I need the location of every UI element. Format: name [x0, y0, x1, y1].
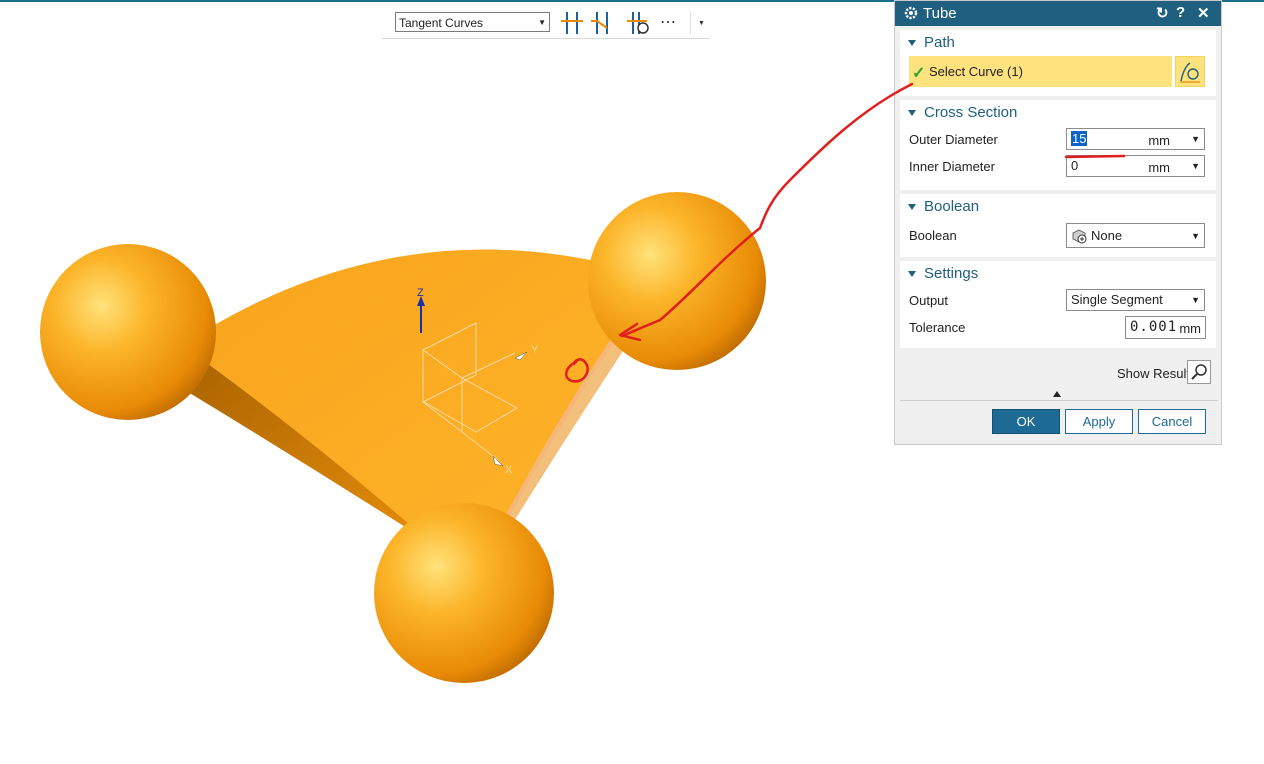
chevron-down-icon[interactable]: ▼	[1191, 134, 1200, 144]
boolean-label: Boolean	[909, 228, 957, 243]
gear-icon	[904, 6, 918, 20]
chain-within-feature-icon[interactable]	[625, 10, 651, 36]
path-section-header[interactable]: Path	[900, 30, 1216, 56]
curve-selector-button[interactable]	[1175, 56, 1205, 87]
settings-heading: Settings	[924, 265, 979, 282]
boolean-section-header[interactable]: Boolean	[900, 194, 1216, 220]
settings-section: Settings Output Single Segment ▼ Toleran…	[900, 261, 1216, 348]
tolerance-input[interactable]: 0.001 mm	[1125, 316, 1206, 339]
dialog-divider	[900, 400, 1218, 401]
toolbar-divider	[690, 12, 691, 34]
magnifier-icon	[1191, 364, 1207, 380]
outer-diameter-unit: mm	[1148, 133, 1170, 148]
inner-diameter-value[interactable]: 0	[1071, 158, 1078, 173]
curve-rule-value: Tangent Curves	[399, 16, 484, 30]
help-icon[interactable]: ?	[1176, 4, 1185, 21]
model-view[interactable]: Z Y X	[0, 0, 894, 759]
collapse-triangle-icon	[908, 40, 916, 46]
sphere-left[interactable]	[40, 244, 216, 420]
output-row: Output Single Segment ▼	[900, 287, 1216, 314]
output-value: Single Segment	[1071, 292, 1163, 307]
cross-section-section: Cross Section Outer Diameter 15 mm ▼ Inn…	[900, 100, 1216, 190]
collapse-triangle-icon	[908, 271, 916, 277]
cancel-button[interactable]: Cancel	[1138, 409, 1206, 434]
select-curve-row[interactable]: ✓ Select Curve (1)	[909, 56, 1211, 87]
outer-diameter-value[interactable]: 15	[1071, 131, 1088, 146]
x-axis-label: X	[505, 464, 513, 476]
reset-icon[interactable]: ↻	[1156, 4, 1169, 22]
stop-at-intersection-icon[interactable]	[559, 10, 585, 36]
ok-button[interactable]: OK	[992, 409, 1060, 434]
close-icon[interactable]: ✕	[1197, 4, 1210, 22]
select-curve-label: Select Curve (1)	[929, 64, 1023, 79]
selection-toolbar: Tangent Curves ▼ ⋯ ▼	[382, 8, 710, 39]
tolerance-unit: mm	[1179, 321, 1201, 336]
collapse-triangle-icon	[908, 110, 916, 116]
curve-select-icon	[1180, 62, 1200, 83]
inner-diameter-row: Inner Diameter 0 mm ▼	[900, 153, 1216, 180]
path-section: Path ✓ Select Curve (1)	[900, 30, 1216, 96]
toolbar-expand-icon[interactable]: ▼	[698, 20, 705, 27]
more-options-toggle-icon[interactable]	[1053, 391, 1061, 397]
y-axis-label: Y	[531, 344, 539, 356]
chevron-down-icon[interactable]: ▼	[1191, 161, 1200, 171]
tube-dialog: Tube ↻ ? ✕ Path ✓ Select Curve (1) Cross…	[894, 0, 1222, 445]
apply-button[interactable]: Apply	[1065, 409, 1133, 434]
boolean-row: Boolean None ▼	[900, 220, 1216, 250]
chevron-down-icon[interactable]: ▼	[1191, 231, 1200, 241]
chevron-down-icon: ▼	[538, 18, 546, 27]
inner-diameter-input[interactable]: 0 mm ▼	[1066, 155, 1205, 177]
cross-section-heading: Cross Section	[924, 104, 1018, 121]
output-label: Output	[909, 293, 949, 308]
boolean-none-icon	[1072, 229, 1087, 244]
tolerance-value[interactable]: 0.001	[1130, 319, 1177, 335]
settings-section-header[interactable]: Settings	[900, 261, 1216, 287]
more-options-button[interactable]: ⋯	[660, 12, 677, 32]
outer-diameter-row: Outer Diameter 15 mm ▼	[900, 126, 1216, 153]
inner-diameter-unit: mm	[1148, 160, 1170, 175]
tolerance-row: Tolerance 0.001 mm	[900, 314, 1216, 341]
graphics-viewport[interactable]: Z Y X	[0, 0, 894, 759]
show-result-button[interactable]	[1187, 360, 1211, 384]
output-dropdown[interactable]: Single Segment ▼	[1066, 289, 1205, 311]
path-heading: Path	[924, 34, 955, 51]
outer-diameter-input[interactable]: 15 mm ▼	[1066, 128, 1205, 150]
follow-fillet-icon[interactable]	[589, 10, 615, 36]
boolean-value: None	[1091, 228, 1123, 243]
outer-diameter-label: Outer Diameter	[909, 132, 998, 147]
boolean-dropdown[interactable]: None ▼	[1066, 223, 1205, 248]
dialog-title: Tube	[923, 5, 957, 22]
show-result-label: Show Result	[1117, 366, 1190, 381]
z-axis-label: Z	[417, 287, 424, 299]
sphere-bottom[interactable]	[374, 503, 554, 683]
boolean-section: Boolean Boolean None ▼	[900, 194, 1216, 257]
inner-diameter-label: Inner Diameter	[909, 159, 995, 174]
checkmark-icon: ✓	[912, 65, 926, 82]
chevron-down-icon[interactable]: ▼	[1191, 295, 1200, 305]
collapse-triangle-icon	[908, 204, 916, 210]
boolean-heading: Boolean	[924, 198, 980, 215]
curve-rule-dropdown[interactable]: Tangent Curves ▼	[395, 12, 550, 32]
sphere-right[interactable]	[588, 192, 766, 370]
cross-section-header[interactable]: Cross Section	[900, 100, 1216, 126]
tolerance-label: Tolerance	[909, 320, 966, 335]
dialog-title-bar[interactable]: Tube ↻ ? ✕	[895, 1, 1221, 26]
